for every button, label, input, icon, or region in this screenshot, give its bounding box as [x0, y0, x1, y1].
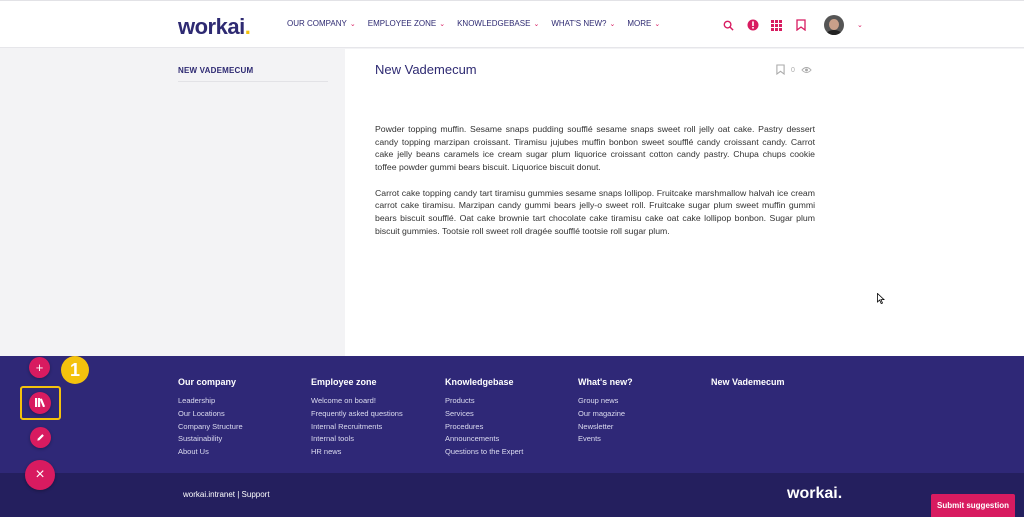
chevron-down-icon: ⌄ — [609, 20, 616, 28]
alert-icon[interactable] — [746, 19, 759, 32]
footer-col-new-vademecum: New Vademecum — [711, 377, 785, 395]
footer: Our company Leadership Our Locations Com… — [0, 356, 1024, 473]
footer-link[interactable]: Sustainability — [178, 433, 243, 446]
footer-link[interactable]: Internal Recruitments — [311, 421, 403, 434]
footer-heading[interactable]: Our company — [178, 377, 243, 387]
main-nav: OUR COMPANY ⌄ EMPLOYEE ZONE ⌄ KNOWLEDGEBAS… — [287, 19, 660, 28]
footer-link[interactable]: Company Structure — [178, 421, 243, 434]
footer-link[interactable]: HR news — [311, 446, 403, 459]
footer-heading[interactable]: Knowledgebase — [445, 377, 523, 387]
footer-link[interactable]: Welcome on board! — [311, 395, 403, 408]
add-button[interactable]: + — [29, 357, 50, 378]
main-content: New Vademecum 0 Powder topping muffin. S… — [345, 49, 1024, 356]
search-icon[interactable] — [722, 19, 735, 32]
page-title: New Vademecum — [375, 62, 477, 77]
chevron-down-icon[interactable]: ⌄ — [857, 21, 863, 29]
footer-heading[interactable]: Employee zone — [311, 377, 403, 387]
nav-whats-new[interactable]: WHAT'S NEW? ⌄ — [551, 19, 615, 28]
footer-link[interactable]: Events — [578, 433, 633, 446]
eye-icon — [801, 66, 812, 76]
bookmark-icon[interactable] — [776, 64, 785, 77]
page: workai. OUR COMPANY ⌄ EMPLOYEE ZONE ⌄ KNOW… — [0, 0, 1024, 517]
footer-col-whats-new: What's new? Group news Our magazine News… — [578, 377, 633, 446]
sidebar-item-new-vademecum[interactable]: NEW VADEMECUM — [178, 66, 253, 75]
article-meta: 0 — [776, 64, 812, 77]
footer-link[interactable]: Our magazine — [578, 408, 633, 421]
footer-heading[interactable]: New Vademecum — [711, 377, 785, 387]
article-body: Powder topping muffin. Sesame snaps pudd… — [375, 123, 815, 250]
chevron-down-icon: ⌄ — [439, 20, 446, 28]
footer-link[interactable]: Procedures — [445, 421, 523, 434]
books-icon — [34, 394, 46, 412]
nav-knowledgebase[interactable]: KNOWLEDGEBASE ⌄ — [457, 19, 539, 28]
footer-link[interactable]: Products — [445, 395, 523, 408]
edit-button[interactable] — [30, 427, 51, 448]
chevron-down-icon: ⌄ — [349, 20, 356, 28]
footer-copyright-support[interactable]: workai.intranet | Support — [183, 490, 270, 499]
chevron-down-icon: ⌄ — [654, 20, 661, 28]
footer-link[interactable]: Leadership — [178, 395, 243, 408]
footer-link[interactable]: Newsletter — [578, 421, 633, 434]
footer-link[interactable]: Services — [445, 408, 523, 421]
workai-logo[interactable]: workai. — [178, 14, 251, 40]
divider — [178, 81, 328, 82]
footer-link[interactable]: Internal tools — [311, 433, 403, 446]
footer-link[interactable]: About Us — [178, 446, 243, 459]
close-menu-button[interactable]: × — [25, 460, 55, 490]
chevron-down-icon: ⌄ — [533, 20, 540, 28]
avatar[interactable] — [824, 15, 844, 35]
nav-our-company[interactable]: OUR COMPANY ⌄ — [287, 19, 356, 28]
footer-link[interactable]: Announcements — [445, 433, 523, 446]
mouse-cursor-icon — [877, 291, 886, 309]
header-icons: ⌄ — [722, 15, 863, 35]
footer-link[interactable]: Our Locations — [178, 408, 243, 421]
footer-link[interactable]: Frequently asked questions — [311, 408, 403, 421]
nav-more[interactable]: MORE ⌄ — [627, 19, 660, 28]
footer-link[interactable]: Group news — [578, 395, 633, 408]
paragraph: Carrot cake topping candy tart tiramisu … — [375, 187, 815, 236]
library-button[interactable] — [29, 392, 51, 414]
footer-bottom-bar: workai.intranet | Support workai. Submit… — [0, 473, 1024, 517]
bookmark-icon[interactable] — [794, 19, 807, 32]
footer-col-knowledgebase: Knowledgebase Products Services Procedur… — [445, 377, 523, 459]
paragraph: Powder topping muffin. Sesame snaps pudd… — [375, 124, 815, 173]
left-sidebar: NEW VADEMECUM — [0, 49, 345, 356]
pencil-icon — [36, 429, 45, 447]
footer-link[interactable]: Questions to the Expert — [445, 446, 523, 459]
step-number-badge: 1 — [61, 356, 89, 384]
footer-heading[interactable]: What's new? — [578, 377, 633, 387]
nav-employee-zone[interactable]: EMPLOYEE ZONE ⌄ — [368, 19, 445, 28]
view-count: 0 — [791, 67, 795, 74]
footer-col-our-company: Our company Leadership Our Locations Com… — [178, 377, 243, 459]
footer-logo: workai. — [787, 485, 843, 502]
footer-col-employee-zone: Employee zone Welcome on board! Frequent… — [311, 377, 403, 459]
submit-suggestion-button[interactable]: Submit suggestion — [931, 494, 1015, 517]
top-header: workai. OUR COMPANY ⌄ EMPLOYEE ZONE ⌄ KNOW… — [0, 0, 1024, 48]
apps-grid-icon[interactable] — [770, 19, 783, 32]
